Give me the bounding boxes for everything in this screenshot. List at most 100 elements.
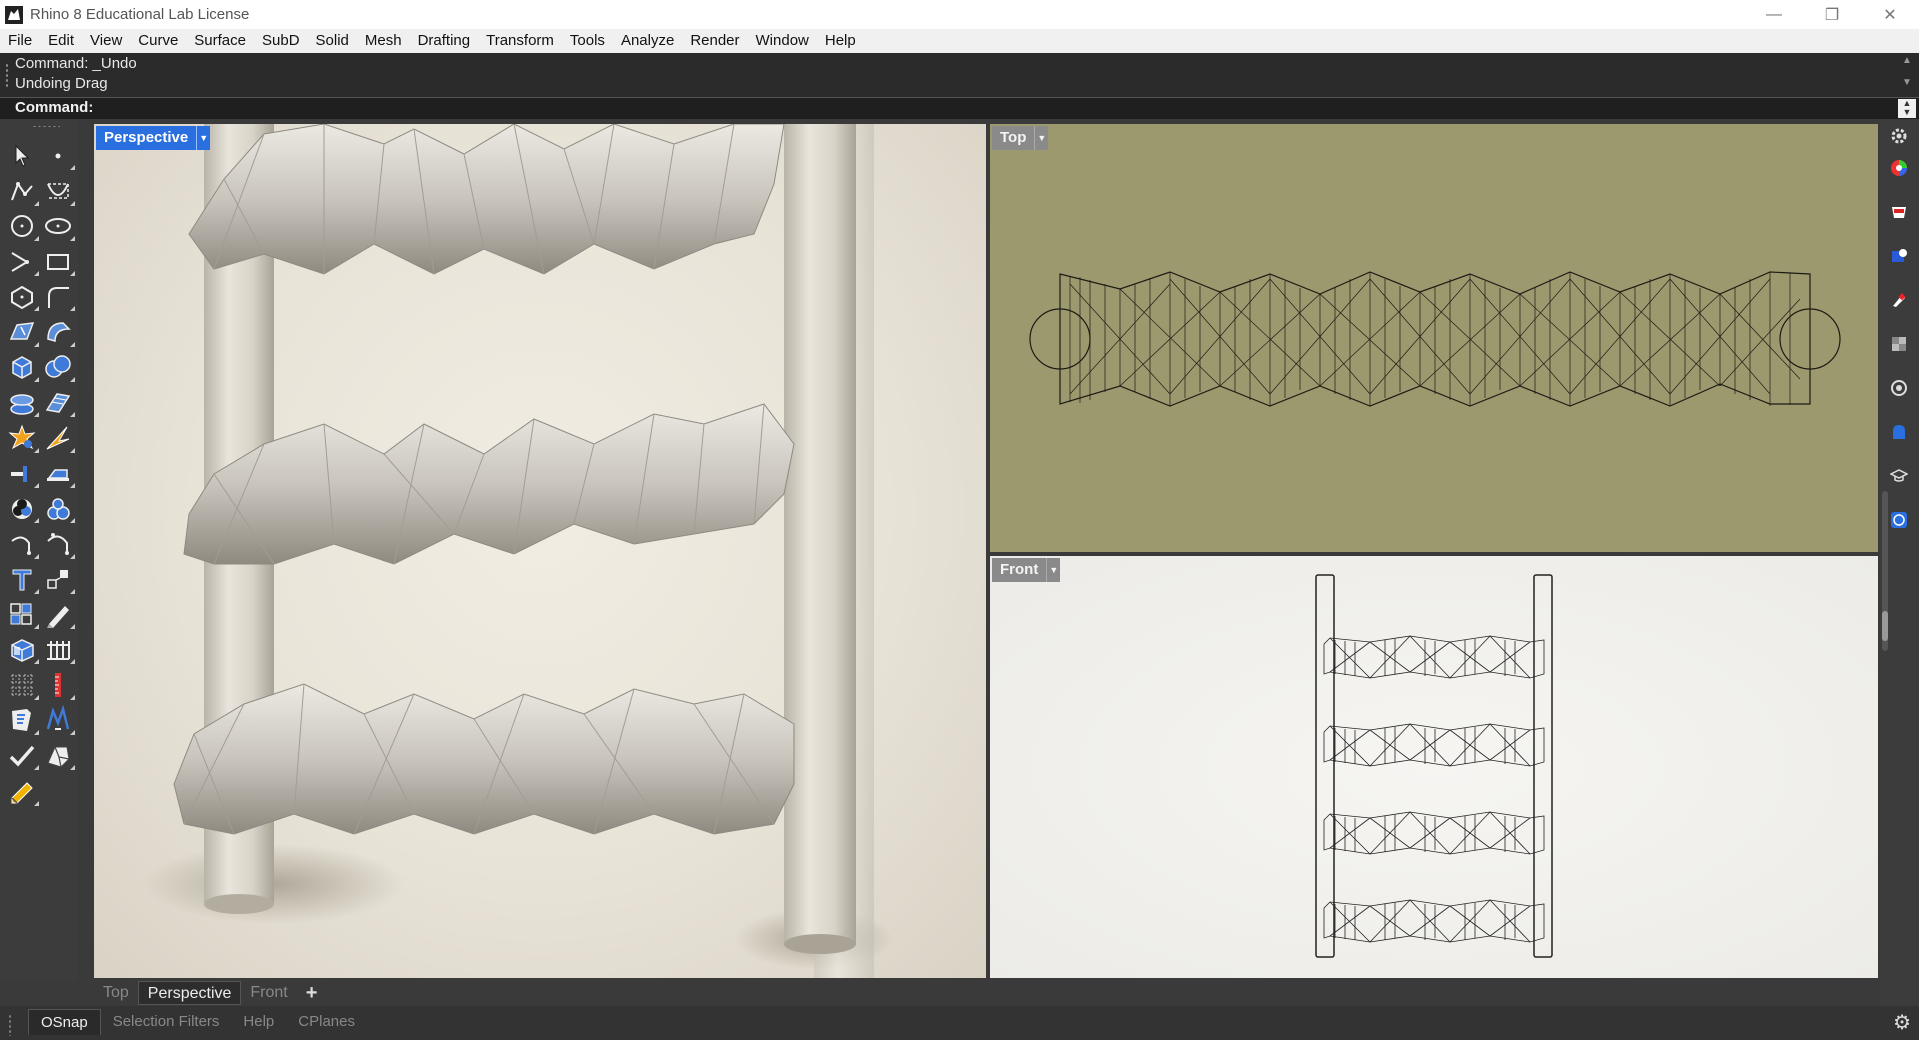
menu-window[interactable]: Window	[748, 29, 817, 53]
texture-icon[interactable]	[1888, 333, 1910, 355]
text-icon[interactable]	[4, 562, 40, 597]
top-label[interactable]: Top	[992, 126, 1035, 150]
toolbar-grip[interactable]	[32, 125, 60, 128]
top-wireframe	[1029, 271, 1841, 407]
ellipse-icon[interactable]	[40, 209, 76, 244]
array-icon[interactable]	[4, 597, 40, 632]
polygon-icon[interactable]	[4, 279, 40, 314]
help-icon[interactable]	[1888, 509, 1910, 531]
viewport-menu-arrow-icon[interactable]: ▼	[196, 126, 211, 150]
curve-control-points-icon[interactable]	[40, 173, 76, 208]
scale-icon[interactable]	[40, 562, 76, 597]
boolean-union-icon[interactable]	[40, 350, 76, 385]
dimension-icon[interactable]	[40, 597, 76, 632]
rotate-curve-icon[interactable]	[4, 526, 40, 561]
rhino-app-icon	[5, 5, 23, 24]
front-viewport-title[interactable]: Front ▼	[992, 558, 1061, 582]
top-viewport-title[interactable]: Top ▼	[992, 126, 1049, 150]
measure-icon[interactable]	[40, 667, 76, 702]
perspective-viewport-title[interactable]: Perspective ▼	[96, 126, 211, 150]
surface-from-points-icon[interactable]	[4, 314, 40, 349]
environment-icon[interactable]	[1888, 421, 1910, 443]
properties-icon[interactable]	[4, 703, 40, 738]
command-line[interactable]: Command: ▲ ▼	[0, 97, 1919, 119]
tab-selection-filters[interactable]: Selection Filters	[101, 1009, 232, 1035]
tab-front[interactable]: Front	[241, 981, 296, 1005]
grid-snap-icon[interactable]	[40, 632, 76, 667]
status-grip[interactable]	[8, 1014, 12, 1036]
menu-drafting[interactable]: Drafting	[410, 29, 479, 53]
minimize-button[interactable]: —	[1745, 0, 1803, 29]
render-mesh-icon[interactable]	[40, 703, 76, 738]
front-viewport[interactable]: Front ▼	[990, 556, 1878, 978]
explode-icon[interactable]	[4, 420, 40, 455]
menu-render[interactable]: Render	[682, 29, 747, 53]
menu-edit[interactable]: Edit	[40, 29, 82, 53]
top-viewport[interactable]: Top ▼	[990, 124, 1878, 552]
menu-tools[interactable]: Tools	[562, 29, 613, 53]
front-label[interactable]: Front	[992, 558, 1047, 582]
perspective-viewport[interactable]: Perspective ▼	[94, 124, 986, 978]
panel-scrollbar-thumb[interactable]	[1882, 611, 1888, 641]
menu-surface[interactable]: Surface	[186, 29, 254, 53]
fillet-curve-icon[interactable]	[40, 279, 76, 314]
menu-analyze[interactable]: Analyze	[613, 29, 682, 53]
polyline-icon[interactable]	[4, 173, 40, 208]
viewport-menu-arrow-icon[interactable]: ▼	[1034, 126, 1049, 150]
history-scroll-up-icon[interactable]: ▲	[1899, 55, 1915, 66]
check-icon[interactable]	[4, 738, 40, 773]
boolean-difference-icon[interactable]	[4, 491, 40, 526]
select-arrow-icon[interactable]	[4, 138, 40, 173]
menu-file[interactable]: File	[0, 29, 40, 53]
close-button[interactable]: ✕	[1861, 0, 1919, 29]
trim-icon[interactable]	[40, 420, 76, 455]
command-history-line: Undoing Drag	[15, 75, 108, 92]
circle-icon[interactable]	[4, 209, 40, 244]
help-teach-icon[interactable]	[1888, 465, 1910, 487]
restore-button[interactable]: ❐	[1803, 0, 1861, 29]
menu-subd[interactable]: SubD	[254, 29, 308, 53]
boolean-split-icon[interactable]	[40, 491, 76, 526]
point-icon[interactable]	[40, 138, 76, 173]
history-scroll-down-icon[interactable]: ▼	[1899, 77, 1915, 88]
color-wheel-icon[interactable]	[1888, 157, 1910, 179]
status-settings-gear-icon[interactable]: ⚙	[1893, 1010, 1911, 1035]
tab-top[interactable]: Top	[94, 981, 138, 1005]
offset-curve-icon[interactable]	[40, 526, 76, 561]
settings-gear-icon[interactable]	[1888, 125, 1910, 147]
command-grip[interactable]	[5, 63, 9, 89]
sweep-surface-icon[interactable]	[40, 314, 76, 349]
perspective-label[interactable]: Perspective	[96, 126, 197, 150]
command-history-spinner[interactable]: ▲ ▼	[1898, 99, 1916, 118]
rectangle-icon[interactable]	[40, 244, 76, 279]
solid-tools-icon[interactable]	[40, 738, 76, 773]
tab-cplanes[interactable]: CPlanes	[286, 1009, 367, 1035]
menu-solid[interactable]: Solid	[308, 29, 357, 53]
tab-help[interactable]: Help	[231, 1009, 286, 1035]
cylinder-solid-icon[interactable]	[4, 385, 40, 420]
menu-curve[interactable]: Curve	[130, 29, 186, 53]
menu-help[interactable]: Help	[817, 29, 864, 53]
menu-mesh[interactable]: Mesh	[357, 29, 410, 53]
viewport-menu-arrow-icon[interactable]: ▼	[1046, 558, 1061, 582]
join-icon[interactable]	[40, 456, 76, 491]
tab-osnap[interactable]: OSnap	[28, 1009, 101, 1035]
pencil-icon[interactable]	[4, 773, 40, 808]
paintbrush-icon[interactable]	[1888, 289, 1910, 311]
command-history-line: Command: _Undo	[15, 55, 137, 72]
layers-icon[interactable]	[1888, 245, 1910, 267]
add-viewport-tab-button[interactable]: +	[297, 982, 327, 1005]
menu-view[interactable]: View	[82, 29, 130, 53]
viewport-tabs: Top Perspective Front +	[94, 980, 326, 1006]
camera-icon[interactable]	[1888, 377, 1910, 399]
menu-transform[interactable]: Transform	[478, 29, 562, 53]
box-solid-icon[interactable]	[4, 350, 40, 385]
block-icon[interactable]	[4, 632, 40, 667]
mesh-icon[interactable]	[4, 667, 40, 702]
tab-perspective[interactable]: Perspective	[137, 981, 242, 1005]
extrude-surface-icon[interactable]	[40, 385, 76, 420]
split-icon[interactable]	[4, 456, 40, 491]
command-prompt: Command:	[15, 99, 94, 116]
materials-icon[interactable]	[1888, 201, 1910, 223]
polygon-curve-icon[interactable]	[4, 244, 40, 279]
